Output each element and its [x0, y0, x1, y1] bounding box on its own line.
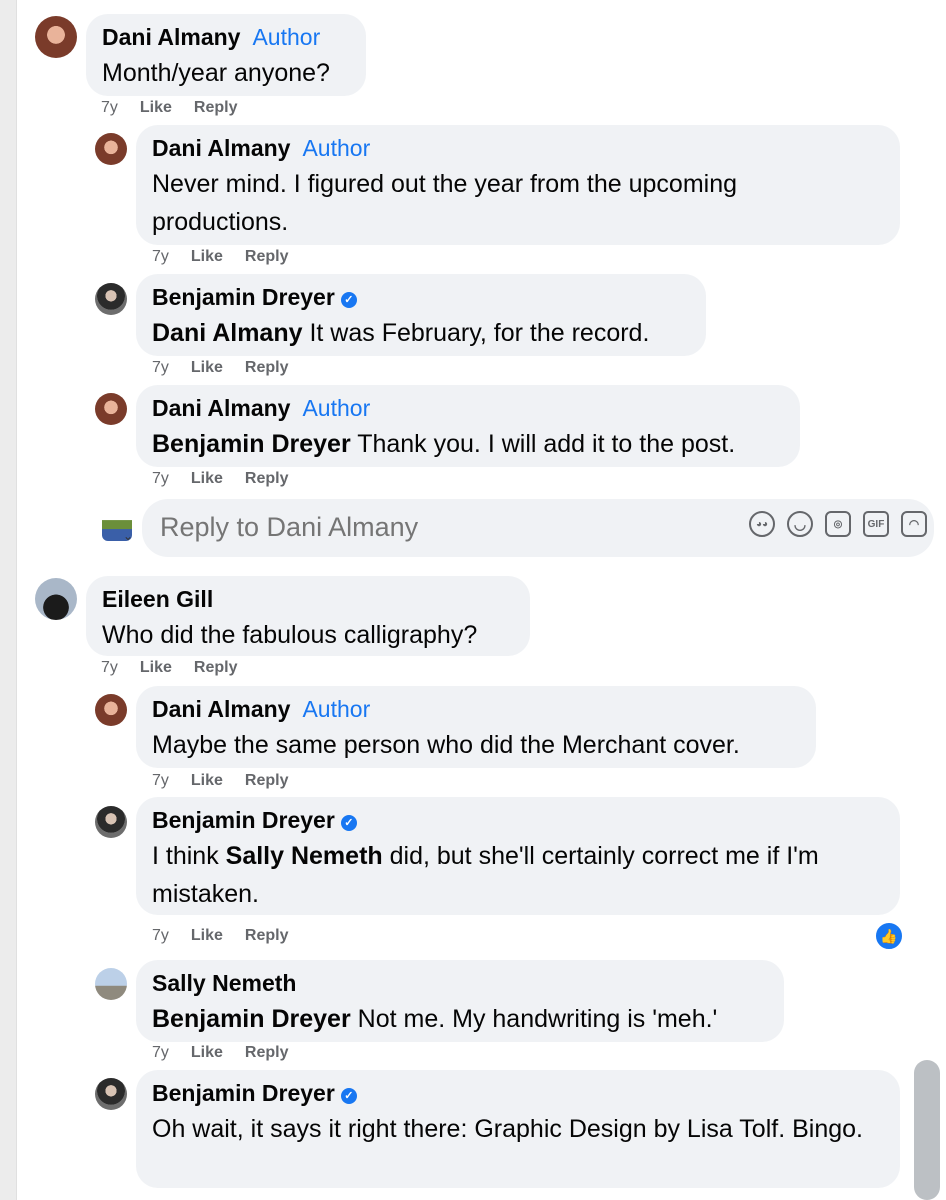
commenter-name[interactable]: Dani Almany [152, 135, 290, 161]
commenter-name[interactable]: Eileen Gill [102, 586, 213, 612]
commenter-name[interactable]: Dani Almany [152, 696, 290, 722]
avatar-sticker-icon[interactable]: ◕◕ [749, 511, 775, 537]
gif-icon[interactable]: GIF [863, 511, 889, 537]
avatar[interactable] [35, 578, 77, 620]
comment-time[interactable]: 7y [101, 659, 118, 676]
author-badge: Author [302, 395, 371, 421]
commenter-name[interactable]: Dani Almany [102, 24, 240, 50]
comment-text: Who did the fabulous calligraphy? [102, 621, 478, 649]
comment-time[interactable]: 7y [101, 99, 118, 116]
emoji-icon[interactable]: ◡ [787, 511, 813, 537]
reply-button[interactable]: Reply [245, 470, 289, 487]
comment-actions: 7y Like Reply [152, 470, 311, 488]
commenter-name[interactable]: Benjamin Dreyer [152, 284, 335, 310]
avatar[interactable] [95, 806, 127, 838]
comment-actions: 7y Like Reply [101, 99, 260, 117]
comment-bubble: Dani Almany Author Maybe the same person … [136, 686, 816, 768]
comment-actions: 7y Like Reply [152, 1044, 311, 1062]
reply-input[interactable] [158, 511, 722, 544]
mention-link[interactable]: Dani Almany [152, 319, 303, 347]
reply-button[interactable]: Reply [245, 927, 289, 944]
avatar[interactable] [95, 1078, 127, 1110]
author-badge: Author [252, 24, 321, 50]
comment-text: Never mind. I figured out the year from … [152, 170, 738, 236]
comment-time[interactable]: 7y [152, 772, 169, 789]
scrollbar[interactable] [914, 1060, 940, 1200]
comment-time[interactable]: 7y [152, 470, 169, 487]
comment-text: Not me. My handwriting is 'meh.' [350, 1005, 718, 1033]
commenter-name[interactable]: Dani Almany [152, 395, 290, 421]
commenter-name[interactable]: Sally Nemeth [152, 970, 296, 996]
comment-bubble: Dani Almany Author Month/year anyone? [86, 14, 366, 96]
mention-link[interactable]: Benjamin Dreyer [152, 430, 351, 458]
comment-actions: 7y Like Reply [152, 927, 311, 945]
comment-bubble: Benjamin Dreyer ✓ I think Sally Nemeth di… [136, 797, 900, 915]
comment-bubble: Dani Almany Author Benjamin Dreyer Thank … [136, 385, 800, 467]
mention-link[interactable]: Sally Nemeth [226, 842, 383, 870]
avatar[interactable] [95, 393, 127, 425]
sticker-icon[interactable]: ◠ [901, 511, 927, 537]
commenter-name[interactable]: Benjamin Dreyer [152, 1080, 335, 1106]
comment-text: Month/year anyone? [102, 59, 330, 87]
comment-text: Thank you. I will add it to the post. [350, 430, 736, 458]
commenter-name[interactable]: Benjamin Dreyer [152, 807, 335, 833]
avatar[interactable] [95, 968, 127, 1000]
comment-text: Maybe the same person who did the Mercha… [152, 731, 740, 759]
comment-bubble: Benjamin Dreyer ✓ Dani Almany It was Febr… [136, 274, 706, 356]
like-button[interactable]: Like [191, 248, 223, 265]
comment-actions: 7y Like Reply [152, 248, 311, 266]
comment-text: It was February, for the record. [302, 319, 650, 347]
like-button[interactable]: Like [191, 772, 223, 789]
comment-text-prefix: I think [152, 842, 226, 870]
camera-icon[interactable]: ◎ [825, 511, 851, 537]
avatar[interactable] [35, 16, 77, 58]
avatar[interactable] [95, 694, 127, 726]
comment-time[interactable]: 7y [152, 359, 169, 376]
like-button[interactable]: Like [140, 99, 172, 116]
like-button[interactable]: Like [191, 470, 223, 487]
reply-button[interactable]: Reply [245, 1044, 289, 1061]
avatar[interactable] [95, 283, 127, 315]
reply-button[interactable]: Reply [194, 659, 238, 676]
comment-bubble: Sally Nemeth Benjamin Dreyer Not me. My … [136, 960, 784, 1042]
reply-button[interactable]: Reply [194, 99, 238, 116]
author-badge: Author [302, 696, 371, 722]
comment-time[interactable]: 7y [152, 248, 169, 265]
avatar[interactable] [95, 133, 127, 165]
reply-button[interactable]: Reply [245, 248, 289, 265]
comment-bubble: Dani Almany Author Never mind. I figured … [136, 125, 900, 245]
comment-actions: 7y Like Reply [101, 659, 260, 677]
comment-time[interactable]: 7y [152, 927, 169, 944]
comment-bubble: Benjamin Dreyer ✓ Oh wait, it says it rig… [136, 1070, 900, 1188]
comment-text: Oh wait, it says it right there: Graphic… [152, 1115, 863, 1143]
comment-actions: 7y Like Reply [152, 359, 311, 377]
verified-badge-icon: ✓ [340, 815, 357, 831]
comment-actions: 7y Like Reply [152, 772, 311, 790]
reply-button[interactable]: Reply [245, 772, 289, 789]
like-button[interactable]: Like [191, 359, 223, 376]
reply-button[interactable]: Reply [245, 359, 289, 376]
verified-badge-icon: ✓ [340, 292, 357, 308]
comment-time[interactable]: 7y [152, 1044, 169, 1061]
thumbs-up-icon[interactable]: 👍 [874, 921, 904, 951]
comment-bubble: Eileen Gill Who did the fabulous calligr… [86, 576, 530, 656]
like-button[interactable]: Like [191, 927, 223, 944]
chevron-down-icon[interactable]: ⌄ [123, 529, 133, 543]
author-badge: Author [302, 135, 371, 161]
like-button[interactable]: Like [140, 659, 172, 676]
left-edge [0, 0, 17, 1200]
reply-composer: ◕◕ ◡ ◎ GIF ◠ [142, 499, 934, 557]
verified-badge-icon: ✓ [340, 1088, 357, 1104]
like-button[interactable]: Like [191, 1044, 223, 1061]
mention-link[interactable]: Benjamin Dreyer [152, 1005, 351, 1033]
